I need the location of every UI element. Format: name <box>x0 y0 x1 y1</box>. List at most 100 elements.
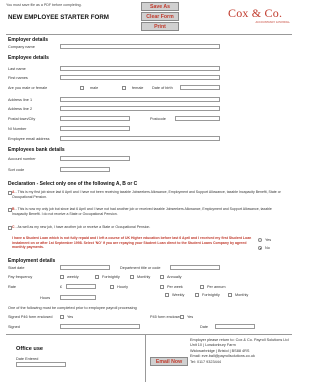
start-date-input[interactable] <box>60 265 110 270</box>
dept-input[interactable] <box>170 265 220 270</box>
per-week-checkbox[interactable] <box>160 285 164 289</box>
date-entered-input[interactable] <box>16 362 66 367</box>
loan-yes-label: Yes <box>265 238 272 242</box>
account-number-input[interactable] <box>60 156 130 161</box>
declaration-a: A - This is my first job since last 6 Ap… <box>12 190 284 199</box>
currency-symbol: £ <box>60 285 63 289</box>
declaration-a-letter: A <box>12 190 15 194</box>
signed-label: Signed <box>8 325 20 329</box>
fortnightly-label: Fortnightly <box>102 275 120 279</box>
last-name-input[interactable] <box>60 66 220 71</box>
p46-yes-checkbox[interactable] <box>60 315 64 319</box>
signed-input[interactable] <box>60 324 140 329</box>
last-name-label: Last name <box>8 67 26 71</box>
date-input[interactable] <box>215 324 255 329</box>
first-names-input[interactable] <box>60 75 220 80</box>
gender-question: Are you male or female <box>8 86 48 90</box>
hours-label: Hours <box>40 296 51 300</box>
employment-section-title: Employment details <box>8 258 56 264</box>
dob-input[interactable] <box>180 85 220 90</box>
address2-input[interactable] <box>60 106 220 111</box>
postcode-input[interactable] <box>175 116 220 121</box>
rate-label: Rate <box>8 285 17 289</box>
first-names-label: First names <box>8 76 28 80</box>
monthly-checkbox[interactable] <box>130 275 134 279</box>
per-annum-checkbox[interactable] <box>200 285 204 289</box>
hours-weekly-label: Weekly <box>172 293 185 297</box>
return-line-5: Tel: 0117 9323444 <box>190 359 221 364</box>
account-number-label: Account number <box>8 157 36 161</box>
annually-label: Annually <box>167 275 182 279</box>
start-date-label: Start date <box>8 266 25 270</box>
address1-input[interactable] <box>60 97 220 102</box>
declaration-section-title: Declaration - Select only one of the fol… <box>8 181 138 187</box>
hourly-checkbox[interactable] <box>110 285 114 289</box>
hours-monthly-checkbox[interactable] <box>228 293 232 297</box>
monthly-label: Monthly <box>137 275 151 279</box>
company-name-label: Company name <box>8 45 35 49</box>
save-as-button[interactable]: Save As <box>141 2 179 11</box>
sort-code-label: Sort code <box>8 168 25 172</box>
bank-section-title: Employees bank details <box>8 147 65 153</box>
sort-code-input[interactable] <box>60 167 110 172</box>
hours-fortnightly-checkbox[interactable] <box>195 293 199 297</box>
weekly-label: weekly <box>67 275 79 279</box>
dob-label: Date of birth <box>152 86 173 90</box>
female-label: female <box>132 86 144 90</box>
hourly-label: Hourly <box>117 285 128 289</box>
date-label: Date <box>200 325 209 329</box>
email-label: Employee email address <box>8 137 50 141</box>
ni-number-input[interactable] <box>60 126 130 131</box>
footer-divider <box>6 334 292 335</box>
loan-no-label: No <box>265 246 270 250</box>
hours-fortnightly-label: Fortnightly <box>202 293 220 297</box>
company-logo: Cox & Co. ACCOUNTANCY & PAYROLL <box>228 6 290 30</box>
footer-vertical-divider <box>145 334 146 382</box>
male-label: male <box>90 86 99 90</box>
signed-p46-label: Signed P46 form enclosed <box>8 315 53 319</box>
email-input[interactable] <box>60 136 220 141</box>
dept-label: Department title or code <box>120 266 161 270</box>
employer-section-title: Employer details <box>8 37 49 43</box>
postcode-label: Postcode <box>150 117 166 121</box>
p45-yes-checkbox[interactable] <box>180 315 184 319</box>
fortnightly-checkbox[interactable] <box>95 275 99 279</box>
female-checkbox[interactable] <box>122 86 126 90</box>
date-entered-label: Date Entered <box>16 357 39 361</box>
divider <box>6 34 292 35</box>
print-button[interactable]: Print <box>141 22 179 31</box>
declaration-b-letter: B <box>12 207 15 211</box>
loan-yes-radio[interactable] <box>258 238 262 242</box>
declaration-c-letter: C <box>12 225 15 229</box>
logo-name: Cox & Co. <box>228 6 283 20</box>
clear-form-button[interactable]: Clear Form <box>141 12 179 21</box>
loan-no-radio[interactable] <box>258 246 262 250</box>
declaration-b: B - This is now my only job but since la… <box>12 207 284 216</box>
weekly-checkbox[interactable] <box>60 275 64 279</box>
declaration-c: C - As well as my new job, I have anothe… <box>12 225 284 230</box>
p45-yes-label: Yes <box>187 315 194 319</box>
p46-yes-label: Yes <box>67 315 74 319</box>
rate-input[interactable] <box>66 284 96 289</box>
company-name-input[interactable] <box>60 44 220 49</box>
declaration-b-text: - This is now my only job but since last… <box>12 207 272 216</box>
annually-checkbox[interactable] <box>160 275 164 279</box>
declaration-c-text: - As well as my new job, I have another … <box>15 225 151 229</box>
address1-label: Address line 1 <box>8 98 33 102</box>
employee-section-title: Employee details <box>8 55 49 61</box>
office-use-title: Office use <box>16 346 44 352</box>
address2-label: Address line 2 <box>8 107 33 111</box>
postal-town-label: Postal town/City <box>8 117 36 121</box>
declaration-a-text: - This is my first job since last 6 Apri… <box>12 190 281 199</box>
email-now-button[interactable]: Email Now <box>150 357 188 366</box>
hours-weekly-checkbox[interactable] <box>165 293 169 297</box>
pay-frequency-label: Pay frequency <box>8 275 33 279</box>
postal-town-input[interactable] <box>60 116 130 121</box>
logo-tagline: ACCOUNTANCY & PAYROLL <box>255 21 290 24</box>
hours-input[interactable] <box>60 295 96 300</box>
p45-label: P45 form enclosed <box>150 315 182 319</box>
hours-monthly-label: Monthly <box>235 293 249 297</box>
per-week-label: Per week <box>167 285 183 289</box>
pdf-note: You must save file as a PDF before compl… <box>6 3 82 7</box>
male-checkbox[interactable] <box>80 86 84 90</box>
